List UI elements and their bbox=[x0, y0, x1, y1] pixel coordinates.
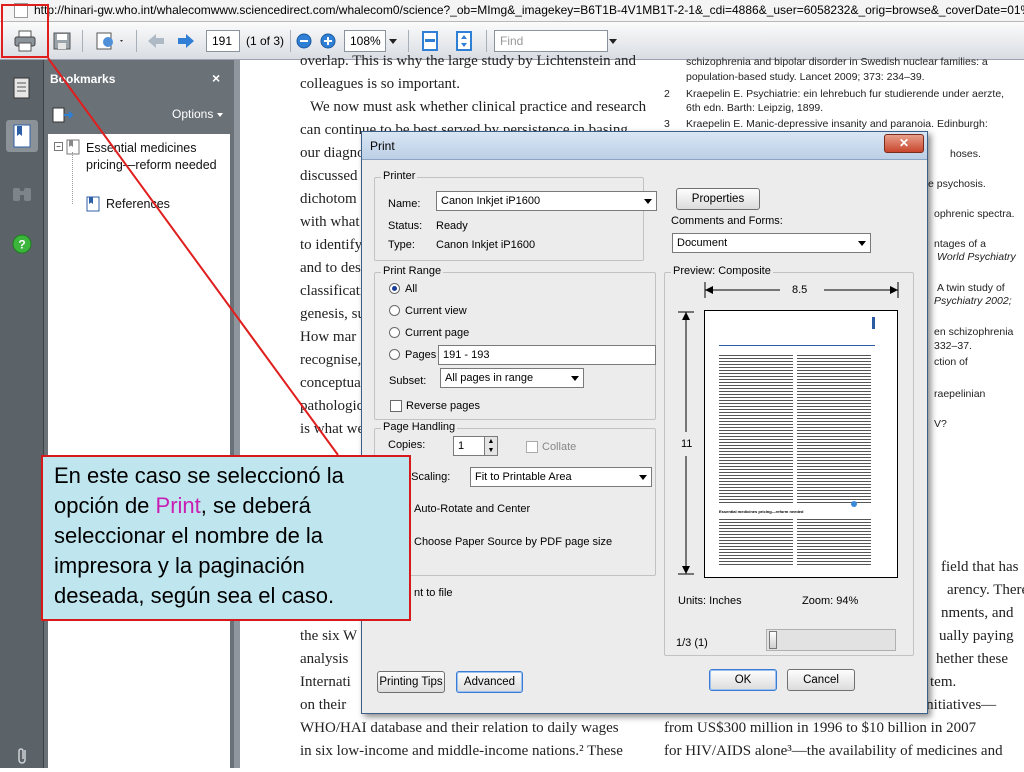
callout-highlight: Print bbox=[155, 493, 201, 518]
instruction-callout: En este caso se seleccionó la opción de … bbox=[41, 455, 411, 621]
annotation-arrow bbox=[47, 57, 339, 456]
